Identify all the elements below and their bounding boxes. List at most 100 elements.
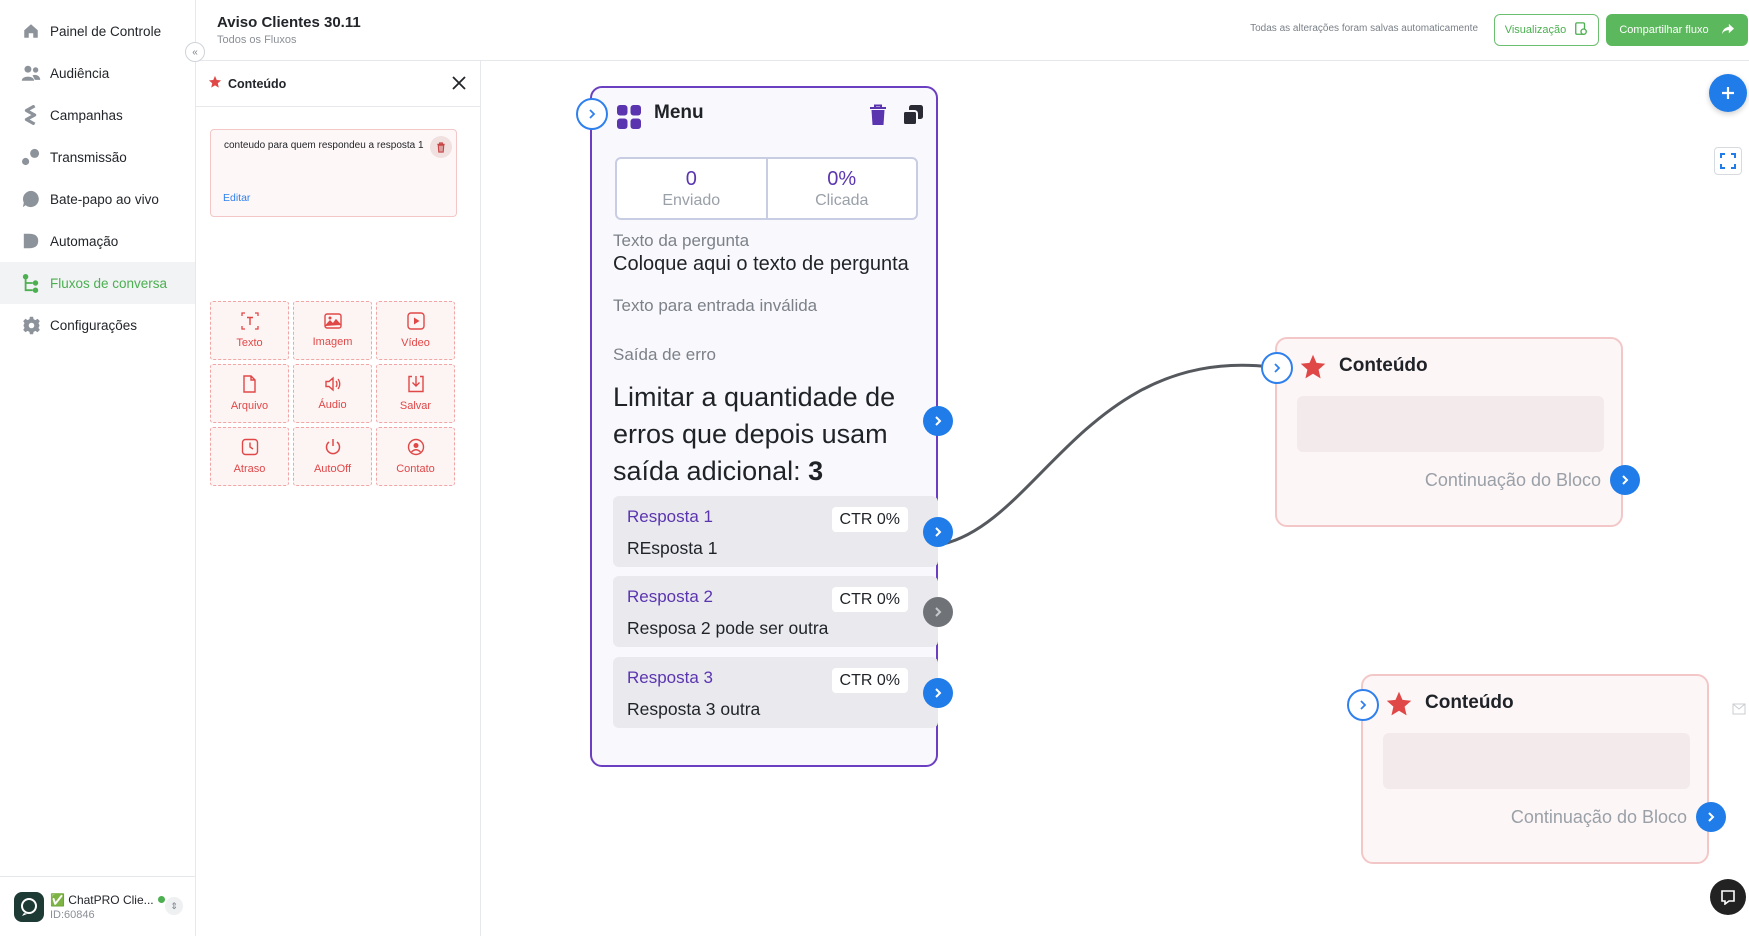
header: Aviso Clientes 30.11 Todos os Fluxos Tod… [196, 0, 1749, 61]
response-1-output-port[interactable] [923, 517, 953, 547]
campaigns-icon [20, 104, 42, 126]
fit-view-icon[interactable] [1714, 147, 1742, 175]
menu-stats: 0 Enviado 0% Clicada [615, 157, 918, 220]
sidebar-item-campanhas[interactable]: Campanhas [0, 94, 195, 136]
response-option-3[interactable]: Resposta 3 CTR 0% Resposta 3 outra [613, 657, 938, 728]
content-node-title: Conteúdo [1339, 355, 1428, 376]
tool-label: Imagem [312, 336, 353, 348]
image-icon [323, 313, 342, 332]
response-2-output-port[interactable] [923, 597, 953, 627]
sidebar-item-painel[interactable]: Painel de Controle [0, 10, 195, 52]
support-chat-button[interactable] [1710, 879, 1746, 915]
stat-sent-label: Enviado [662, 191, 721, 209]
power-icon [324, 438, 342, 459]
content-node-input-port[interactable] [1347, 689, 1379, 721]
menu-node-title: Menu [654, 102, 704, 123]
trash-icon[interactable] [869, 104, 887, 131]
question-label: Texto da pergunta [613, 231, 750, 250]
autosave-status: Todas as alterações foram salvas automat… [1250, 23, 1478, 34]
share-arrow-icon [1721, 23, 1735, 38]
stat-clicked: 0% Clicada [765, 159, 917, 218]
content-placeholder[interactable] [1297, 396, 1604, 452]
sidebar-item-automacao[interactable]: Automação [0, 220, 195, 262]
sidebar-item-label: Configurações [50, 317, 138, 333]
error-limit-value: 3 [808, 456, 824, 486]
text-icon [240, 312, 259, 333]
content-placeholder[interactable] [1383, 733, 1690, 789]
menu-node[interactable]: Menu 0 Enviado 0% Clicada Texto da pergu… [576, 86, 953, 767]
sidebar-item-transmissao[interactable]: Transmissão [0, 136, 195, 178]
content-node-2[interactable]: Conteúdo Continuação do Bloco [1347, 674, 1726, 864]
preview-button-label: Visualização [1504, 24, 1567, 36]
message-card[interactable]: conteudo para quem respondeu a resposta … [210, 129, 457, 217]
sidebar-item-label: Bate-papo ao vivo [50, 191, 159, 207]
menu-node-input-port[interactable] [576, 98, 608, 130]
sidebar-item-configuracoes[interactable]: Configurações [0, 304, 195, 346]
share-flow-button[interactable]: Compartilhar fluxo [1606, 14, 1748, 46]
tool-image-button[interactable]: Imagem [293, 301, 372, 360]
file-icon [242, 375, 257, 396]
tool-file-button[interactable]: Arquivo [210, 364, 289, 423]
sidebar-item-label: Campanhas [50, 107, 123, 123]
delete-message-icon[interactable] [430, 136, 452, 158]
response-3-output-port[interactable] [923, 678, 953, 708]
tool-autooff-button[interactable]: AutoOff [293, 427, 372, 486]
tool-save-button[interactable]: Salvar [376, 364, 455, 423]
preview-icon [1574, 21, 1588, 39]
page-title: Aviso Clientes 30.11 [217, 14, 361, 31]
error-output-port[interactable] [923, 406, 953, 436]
invalid-input-label[interactable]: Texto para entrada inválida [613, 296, 817, 316]
sidebar-item-label: Fluxos de conversa [50, 275, 168, 291]
add-block-button[interactable] [1709, 74, 1747, 112]
tool-video-button[interactable]: Vídeo [376, 301, 455, 360]
avatar [14, 891, 44, 922]
sidebar-item-audiencia[interactable]: Audiência [0, 52, 195, 94]
continuation-output-port[interactable] [1696, 802, 1726, 832]
delay-icon [241, 438, 259, 459]
response-ctr-badge: CTR 0% [831, 587, 908, 612]
content-node-input-port[interactable] [1261, 352, 1293, 384]
account-switcher[interactable]: ✅ ChatPRO Clie... ID:60846 ⇕ [0, 876, 195, 936]
star-icon [1385, 690, 1413, 723]
tool-audio-button[interactable]: Áudio [293, 364, 372, 423]
response-text: REsposta 1 [627, 538, 718, 558]
content-tools-grid: Texto Imagem Vídeo Arquivo Áudio Salvar [210, 301, 457, 486]
star-icon [1299, 353, 1327, 386]
sidebar-item-bate-papo[interactable]: Bate-papo ao vivo [0, 178, 195, 220]
tool-label: AutoOff [313, 463, 352, 475]
audio-icon [324, 376, 342, 395]
flow-canvas[interactable]: Menu 0 Enviado 0% Clicada Texto da pergu… [481, 61, 1749, 936]
breadcrumb[interactable]: Todos os Fluxos [217, 34, 296, 46]
continuation-label: Continuação do Bloco [1510, 807, 1687, 827]
preview-button[interactable]: Visualização [1494, 14, 1599, 46]
star-icon [208, 75, 222, 92]
tool-contact-button[interactable]: Contato [376, 427, 455, 486]
response-option-1[interactable]: Resposta 1 CTR 0% REsposta 1 [613, 496, 938, 567]
response-option-2[interactable]: Resposta 2 CTR 0% Resposa 2 pode ser out… [613, 576, 938, 647]
response-title: Resposta 1 [627, 507, 713, 526]
collapse-sidebar-button[interactable]: « [185, 42, 205, 62]
menu-grid-icon [616, 104, 642, 135]
automation-icon [20, 230, 42, 252]
chevron-updown-icon[interactable]: ⇕ [165, 897, 183, 915]
sidebar-item-label: Painel de Controle [50, 23, 162, 39]
tool-label: Vídeo [401, 337, 430, 349]
continuation-output-port[interactable] [1610, 465, 1640, 495]
online-status-dot [157, 896, 165, 903]
panel-title: Conteúdo [228, 76, 287, 91]
error-output-label: Saída de erro [613, 345, 717, 364]
edge-resposta1-to-conteudo[interactable] [942, 363, 1280, 546]
sidebar-item-fluxos[interactable]: Fluxos de conversa [0, 262, 195, 304]
content-node-1[interactable]: Conteúdo Continuação do Bloco [1261, 337, 1640, 527]
response-title: Resposta 3 [627, 668, 713, 687]
edit-link[interactable]: Editar [223, 192, 250, 204]
tool-text-button[interactable]: Texto [210, 301, 289, 360]
question-value[interactable]: Coloque aqui o texto de pergunta [613, 253, 909, 276]
content-node-title: Conteúdo [1425, 692, 1514, 713]
duplicate-icon[interactable] [902, 104, 924, 131]
error-limit-text[interactable]: Limitar a quantidade de erros que depois… [613, 379, 913, 490]
minimap-icon[interactable] [1732, 702, 1746, 715]
tool-label: Atraso [233, 463, 266, 475]
close-icon[interactable] [450, 74, 468, 92]
tool-delay-button[interactable]: Atraso [210, 427, 289, 486]
